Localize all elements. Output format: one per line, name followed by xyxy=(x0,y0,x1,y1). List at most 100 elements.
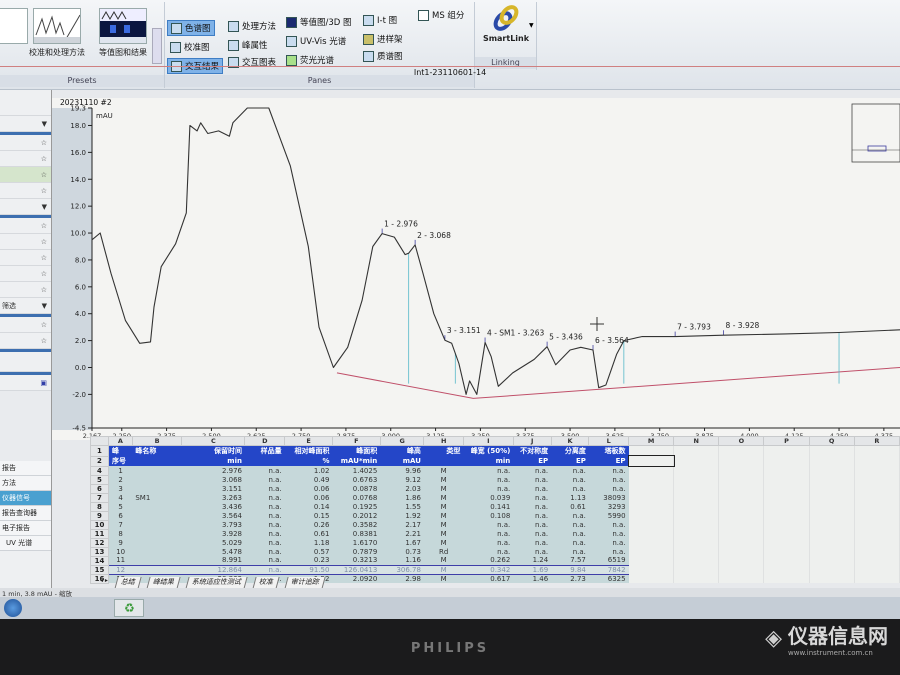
empty-cell[interactable] xyxy=(854,484,900,493)
table-cell[interactable]: M xyxy=(423,511,464,520)
table-cell[interactable]: n.a. xyxy=(588,475,629,484)
empty-cell[interactable] xyxy=(809,502,855,511)
empty-cell[interactable] xyxy=(809,466,855,475)
table-cell[interactable]: 1 xyxy=(108,466,133,475)
table-row[interactable]: 13 10 5.478 n.a. 0.57 0.7879 0.73 Rd n.a. n.a. n.a… xyxy=(90,546,900,557)
table-cell[interactable]: n.a. xyxy=(463,529,514,538)
row-number[interactable]: 5 xyxy=(90,474,109,485)
table-cell[interactable]: 10 xyxy=(108,547,133,556)
empty-cell[interactable] xyxy=(809,511,855,520)
empty-cell[interactable] xyxy=(673,520,720,529)
table-cell[interactable]: 3 xyxy=(108,484,133,493)
table-row[interactable]: 4 1 2.976 n.a. 1.02 1.4025 9.96 Mn.a. n.a. n.a. n.… xyxy=(90,465,900,476)
table-cell[interactable] xyxy=(132,466,182,475)
empty-cell[interactable] xyxy=(673,456,720,466)
table-cell[interactable]: n.a. xyxy=(513,484,552,493)
pin-icon[interactable]: ☆ xyxy=(41,321,47,329)
empty-cell[interactable] xyxy=(763,574,810,583)
pane-uv-vis-button[interactable]: UV-Vis 光谱 xyxy=(283,33,349,49)
table-cell[interactable]: n.a. xyxy=(244,502,285,511)
table-cell[interactable]: 306.78 xyxy=(380,564,424,575)
results-spreadsheet[interactable]: A B C D E F G H I J K L M N O P Q R 1 峰峰名称 保留时间 样品量 相对峰面积 峰面积 峰高… xyxy=(90,436,900,584)
table-cell[interactable] xyxy=(132,538,182,547)
table-cell[interactable]: n.a. xyxy=(551,466,589,475)
pane-chromatogram-button[interactable]: 色谱图 xyxy=(167,20,215,36)
pane-calibration-button[interactable]: 校准图 xyxy=(167,39,213,55)
table-cell[interactable]: n.a. xyxy=(588,484,629,493)
empty-cell[interactable] xyxy=(809,445,855,456)
empty-cell[interactable] xyxy=(628,511,675,520)
table-cell[interactable]: 12.864 xyxy=(181,564,245,575)
pane-peak-properties-button[interactable]: 峰属性 xyxy=(225,37,271,53)
table-cell[interactable]: n.a. xyxy=(551,484,589,493)
table-cell[interactable]: 3.151 xyxy=(181,484,245,493)
table-row[interactable]: 9 6 3.564 n.a. 0.15 0.2012 1.92 M 0.108 n.a. n.a. 5… xyxy=(90,510,900,521)
table-cell[interactable]: n.a. xyxy=(244,538,285,547)
table-cell[interactable]: n.a. xyxy=(244,556,285,565)
row-number[interactable]: 13 xyxy=(90,546,109,557)
preset-contour-button[interactable]: 等值图和结果 xyxy=(92,8,154,58)
empty-cell[interactable] xyxy=(718,556,765,565)
column-letter[interactable]: J xyxy=(512,436,552,446)
table-cell[interactable]: n.a. xyxy=(244,529,285,538)
table-cell[interactable]: 4 xyxy=(108,493,133,502)
table-row[interactable]: 11 8 3.928 n.a. 0.61 0.8381 2.21 Mn.a. n.a. n.a. n… xyxy=(90,528,900,539)
table-cell[interactable]: n.a. xyxy=(513,475,552,484)
filter-icon[interactable]: ▼ xyxy=(42,302,47,310)
empty-cell[interactable] xyxy=(809,574,855,583)
table-cell[interactable]: 7 xyxy=(108,520,133,529)
smartlink-dropdown-icon[interactable]: ▼ xyxy=(529,22,534,29)
empty-cell[interactable] xyxy=(718,574,765,583)
table-cell[interactable]: 12 xyxy=(108,564,133,575)
empty-cell[interactable] xyxy=(809,475,855,484)
table-cell[interactable]: n.a. xyxy=(244,493,285,502)
empty-cell[interactable] xyxy=(763,529,810,538)
table-cell[interactable]: 8 xyxy=(108,529,133,538)
table-cell[interactable]: n.a. xyxy=(463,466,514,475)
table-cell[interactable]: 3.928 xyxy=(181,529,245,538)
pin-icon[interactable]: ☆ xyxy=(41,337,47,345)
table-cell[interactable]: 2.17 xyxy=(380,520,424,529)
column-letter[interactable]: K xyxy=(550,436,590,446)
column-letter[interactable]: E xyxy=(284,436,333,446)
table-cell[interactable]: 0.8381 xyxy=(332,529,381,538)
pin-icon[interactable]: ☆ xyxy=(41,254,47,262)
empty-cell[interactable] xyxy=(628,520,675,529)
empty-cell[interactable] xyxy=(854,529,900,538)
row-number[interactable]: 7 xyxy=(90,492,109,503)
empty-cell[interactable] xyxy=(673,574,720,583)
table-cell[interactable]: n.a. xyxy=(244,511,285,520)
preset-calibration-button[interactable]: 校准和处理方法 xyxy=(26,8,88,58)
column-letter[interactable]: H xyxy=(423,436,464,446)
table-cell[interactable]: n.a. xyxy=(244,475,285,484)
empty-cell[interactable] xyxy=(628,529,675,538)
table-cell[interactable] xyxy=(132,475,182,484)
nav-item-uv-spectrum[interactable]: UV 光谱 xyxy=(0,536,51,551)
table-cell[interactable]: 91.50 xyxy=(284,564,333,575)
table-cell[interactable]: 0.617 xyxy=(463,574,514,583)
empty-cell[interactable] xyxy=(718,484,765,493)
empty-cell[interactable] xyxy=(718,493,765,502)
empty-cell[interactable] xyxy=(854,574,900,583)
table-cell[interactable]: 1.67 xyxy=(380,538,424,547)
table-cell[interactable]: 0.61 xyxy=(284,529,333,538)
table-cell[interactable]: n.a. xyxy=(513,520,552,529)
pane-it-plot-button[interactable]: I-t 图 xyxy=(360,12,400,28)
table-cell[interactable]: n.a. xyxy=(551,547,589,556)
table-cell[interactable]: 3293 xyxy=(588,502,629,511)
table-cell[interactable]: M xyxy=(423,538,464,547)
empty-cell[interactable] xyxy=(763,547,810,556)
table-cell[interactable]: M xyxy=(423,529,464,538)
empty-cell[interactable] xyxy=(854,520,900,529)
table-cell[interactable]: 0.6763 xyxy=(332,475,381,484)
table-cell[interactable]: 1.6170 xyxy=(332,538,381,547)
empty-cell[interactable] xyxy=(673,538,720,547)
chromatogram-chart[interactable]: 19.3 18.0 16.0 14.0 12.0 10.0 8.0 6.0 4.0 2.0 0.0 -… xyxy=(52,98,900,440)
row-number[interactable]: 6 xyxy=(90,483,109,494)
table-cell[interactable]: 0.23 xyxy=(284,556,333,565)
table-cell[interactable]: 1.46 xyxy=(513,574,552,583)
empty-cell[interactable] xyxy=(809,529,855,538)
pin-icon[interactable]: ☆ xyxy=(41,222,47,230)
row-number[interactable]: 4 xyxy=(90,465,109,476)
empty-cell[interactable] xyxy=(718,502,765,511)
